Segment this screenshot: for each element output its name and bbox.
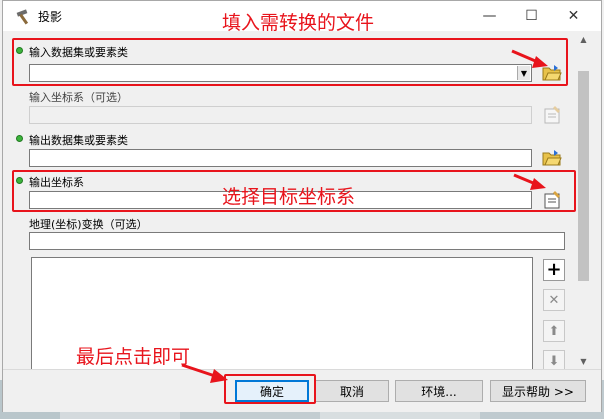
remove-item-button: ✕ bbox=[543, 289, 565, 311]
annotation-arrow-icon bbox=[181, 363, 228, 383]
output-dataset-input[interactable] bbox=[29, 149, 532, 167]
output-dataset-label: 输出数据集或要素类 bbox=[29, 134, 128, 147]
arrow-down-icon: ⬇ bbox=[548, 353, 560, 369]
highlight-ok-box bbox=[224, 374, 316, 404]
close-button[interactable]: ✕ bbox=[551, 1, 596, 31]
input-crs-field bbox=[29, 106, 532, 124]
scroll-up-icon[interactable]: ▲ bbox=[574, 31, 593, 47]
browse-output-button[interactable] bbox=[541, 147, 563, 169]
minimize-button[interactable]: — bbox=[467, 1, 512, 31]
hammer-icon bbox=[16, 9, 29, 25]
geo-transform-input[interactable] bbox=[29, 232, 565, 250]
scroll-thumb[interactable] bbox=[578, 71, 589, 281]
highlight-output-crs-box bbox=[12, 170, 576, 212]
scroll-down-icon[interactable]: ▼ bbox=[574, 353, 593, 369]
open-folder-icon bbox=[542, 150, 562, 166]
move-up-button: ⬆ bbox=[543, 320, 565, 342]
add-item-button[interactable]: + bbox=[543, 259, 565, 281]
annotation-arrow-icon bbox=[513, 173, 546, 190]
required-indicator-icon bbox=[16, 135, 23, 142]
environments-button[interactable]: 环境... bbox=[395, 380, 483, 402]
input-crs-label: 输入坐标系（可选） bbox=[29, 91, 128, 104]
window-title: 投影 bbox=[38, 10, 63, 24]
cancel-button[interactable]: 取消 bbox=[315, 380, 389, 402]
properties-icon bbox=[544, 106, 560, 124]
move-down-button: ⬇ bbox=[543, 350, 565, 369]
vertical-scrollbar[interactable]: ▲ ▼ bbox=[574, 31, 593, 369]
highlight-input-box bbox=[12, 38, 568, 86]
input-crs-properties-button bbox=[541, 104, 563, 126]
remove-icon: ✕ bbox=[548, 292, 560, 308]
maximize-button[interactable]: ☐ bbox=[509, 1, 554, 31]
arrow-up-icon: ⬆ bbox=[548, 323, 560, 339]
annotation-bottom: 最后点击即可 bbox=[76, 346, 191, 368]
show-help-button[interactable]: 显示帮助 >> bbox=[490, 380, 586, 402]
plus-icon: + bbox=[546, 259, 562, 280]
annotation-arrow-icon bbox=[511, 49, 548, 68]
geo-transform-label: 地理(坐标)变换（可选） bbox=[29, 218, 148, 231]
annotation-top: 填入需转换的文件 bbox=[222, 12, 375, 34]
